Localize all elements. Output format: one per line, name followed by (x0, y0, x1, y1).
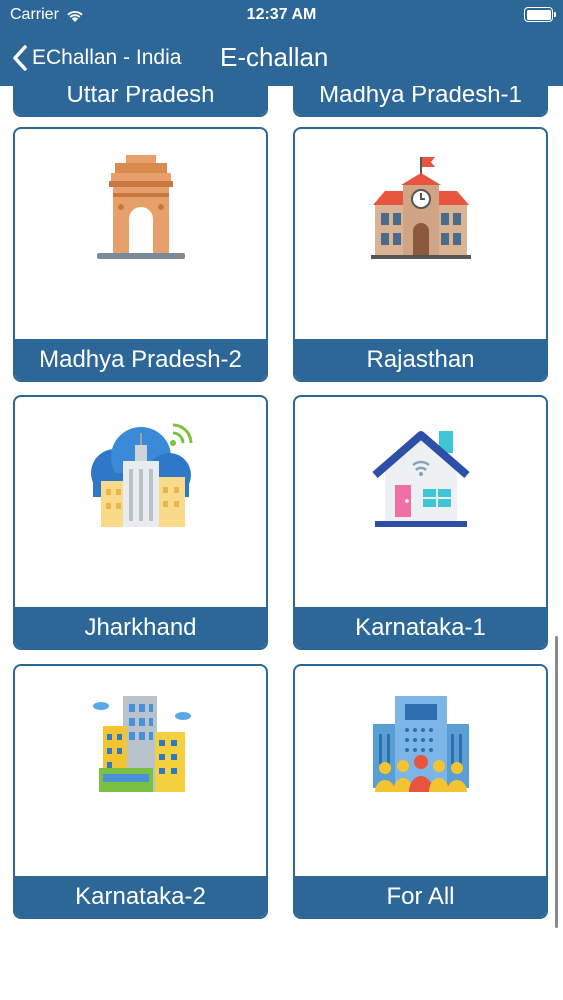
state-card-madhya-pradesh-1[interactable]: Madhya Pradesh-1 (293, 86, 548, 117)
state-card-label: Uttar Pradesh (15, 86, 266, 115)
app-header: Carrier 12:37 AM EChallan - India E-chal… (0, 0, 563, 86)
chevron-left-icon (13, 45, 27, 71)
state-card-karnataka-1[interactable]: Karnataka-1 (293, 395, 548, 650)
state-card-rajasthan[interactable]: Rajasthan (293, 127, 548, 382)
state-card-karnataka-2[interactable]: Karnataka-2 (13, 664, 268, 919)
state-card-uttar-pradesh[interactable]: Uttar Pradesh (13, 86, 268, 117)
scroll-indicator[interactable] (555, 636, 558, 928)
navigation-bar: EChallan - India E-challan (0, 36, 563, 80)
back-button-label: EChallan - India (32, 46, 182, 69)
status-bar: Carrier 12:37 AM (0, 0, 563, 30)
state-card-jharkhand[interactable]: Jharkhand (13, 395, 268, 650)
page-title: E-challan (220, 42, 329, 72)
status-time: 12:37 AM (246, 6, 317, 23)
smart-city-cloud-icon (90, 423, 192, 527)
state-card-label: Rajasthan (295, 339, 546, 380)
state-card-label: Karnataka-2 (15, 876, 266, 917)
state-card-label: Madhya Pradesh-2 (15, 339, 266, 380)
state-card-label: Madhya Pradesh-1 (295, 86, 546, 115)
smart-home-icon (371, 431, 470, 527)
state-card-label: Jharkhand (15, 607, 266, 648)
india-gate-icon (96, 155, 185, 259)
battery-icon (524, 7, 556, 22)
state-card-madhya-pradesh-2[interactable]: Madhya Pradesh-2 (13, 127, 268, 382)
school-building-icon (370, 157, 471, 259)
office-people-icon (372, 696, 469, 792)
back-button[interactable]: EChallan - India (12, 40, 181, 76)
state-grid: Uttar Pradesh Madhya Pradesh-1 Madhya Pr… (0, 86, 563, 1000)
state-card-label: Karnataka-1 (295, 607, 546, 648)
state-card-for-all[interactable]: For All (293, 664, 548, 919)
state-card-label: For All (295, 876, 546, 917)
city-buildings-icon (92, 696, 191, 792)
